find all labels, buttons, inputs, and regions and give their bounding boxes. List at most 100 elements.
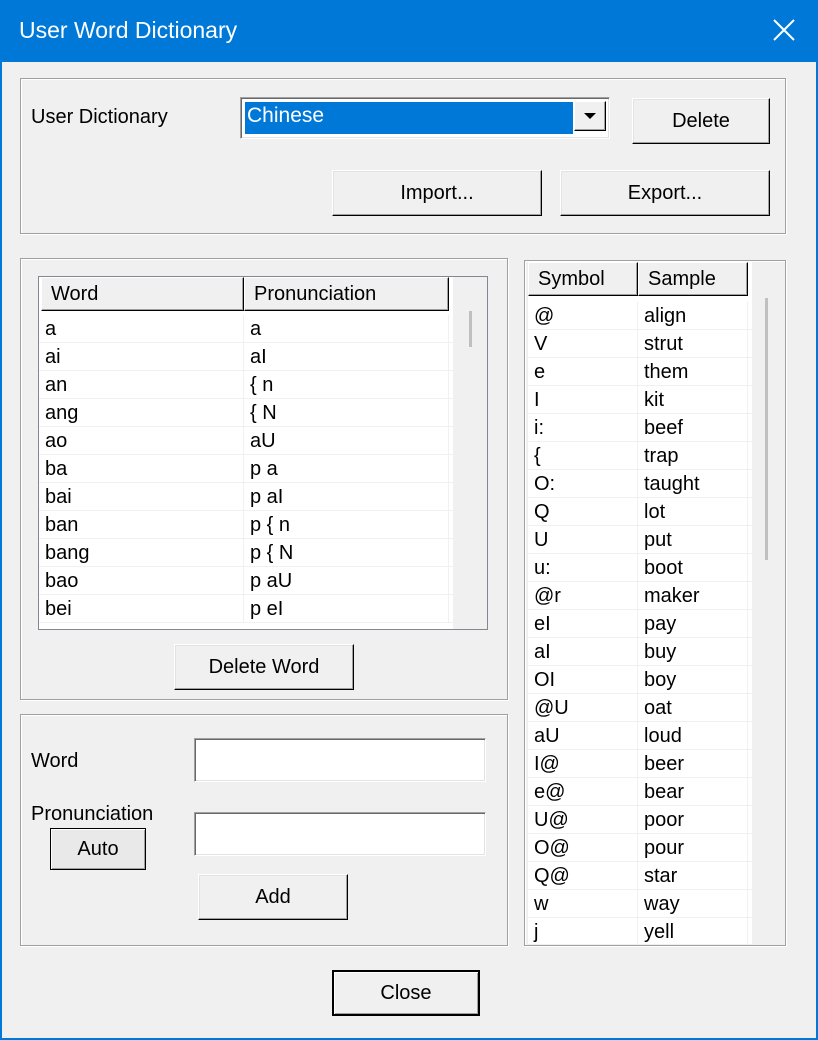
cell-first: O: (528, 470, 638, 498)
cell-first: Q@ (528, 862, 638, 890)
cell-first: V (528, 330, 638, 358)
list-item[interactable]: O: taught (528, 470, 782, 498)
dictionary-combobox[interactable]: Chinese (240, 97, 610, 139)
scroll-thumb[interactable] (765, 298, 768, 560)
cell-second: p aI (244, 483, 449, 511)
cell-second: put (638, 526, 748, 554)
cell-first: ba (39, 455, 244, 483)
list-item[interactable]: ban p { n (39, 511, 487, 539)
column-header-word[interactable]: Word (41, 277, 244, 311)
close-icon[interactable] (768, 14, 800, 46)
cell-first: an (39, 371, 244, 399)
list-item[interactable]: bei p eI (39, 595, 487, 623)
list-item[interactable]: ai aI (39, 343, 487, 371)
cell-second: oat (638, 694, 748, 722)
list-item[interactable]: Ikit (528, 386, 782, 414)
cell-second: p { n (244, 511, 449, 539)
cell-second: star (638, 862, 748, 890)
add-button[interactable]: Add (198, 874, 348, 920)
list-item[interactable]: ba p a (39, 455, 487, 483)
list-item[interactable]: i: beef (528, 414, 782, 442)
cell-second: a (244, 315, 449, 343)
cell-first: O@ (528, 834, 638, 862)
list-item[interactable]: an{ n (39, 371, 487, 399)
export-button[interactable]: Export... (560, 170, 770, 216)
cell-second: bear (638, 778, 748, 806)
cell-second: pour (638, 834, 748, 862)
list-item[interactable]: e@ bear (528, 778, 782, 806)
cell-first: bai (39, 483, 244, 511)
cell-first: ai (39, 343, 244, 371)
scroll-thumb[interactable] (469, 311, 472, 347)
auto-button[interactable]: Auto (50, 828, 146, 870)
cell-second: p eI (244, 595, 449, 623)
delete-word-button[interactable]: Delete Word (174, 644, 354, 690)
list-item[interactable]: {trap (528, 442, 782, 470)
cell-second: aU (244, 427, 449, 455)
list-item[interactable]: @ align (528, 302, 782, 330)
list-item[interactable]: bang p { N (39, 539, 487, 567)
cell-first: ang (39, 399, 244, 427)
cell-second: { N (244, 399, 449, 427)
cell-second: them (638, 358, 748, 386)
import-button[interactable]: Import... (332, 170, 542, 216)
pronunciation-input[interactable] (194, 812, 486, 856)
list-item[interactable]: aa (39, 315, 487, 343)
list-item[interactable]: Uput (528, 526, 782, 554)
list-item[interactable]: aU loud (528, 722, 782, 750)
symbol-list-scrollbar[interactable] (752, 262, 782, 944)
cell-first: ao (39, 427, 244, 455)
column-header-sample[interactable]: Sample (638, 262, 748, 296)
cell-first: i: (528, 414, 638, 442)
cell-first: w (528, 890, 638, 918)
symbol-list[interactable]: Symbol Sample @ align Vstrut e them Ikit i: bee… (528, 262, 782, 944)
close-button[interactable]: Close (332, 970, 480, 1016)
cell-first: @r (528, 582, 638, 610)
list-item[interactable]: aI buy (528, 638, 782, 666)
column-header-symbol[interactable]: Symbol (528, 262, 638, 296)
list-item[interactable]: Q@ star (528, 862, 782, 890)
dialog-client: User Dictionary Chinese Delete Import...… (2, 62, 816, 1038)
cell-first: eI (528, 610, 638, 638)
list-item[interactable]: I@ beer (528, 750, 782, 778)
cell-first: aU (528, 722, 638, 750)
delete-dictionary-button[interactable]: Delete (632, 98, 770, 144)
cell-first: I@ (528, 750, 638, 778)
word-input[interactable] (194, 738, 486, 782)
chevron-down-icon[interactable] (574, 101, 606, 131)
word-list-scrollbar[interactable] (453, 277, 487, 629)
list-item[interactable]: j yell (528, 918, 782, 944)
list-item[interactable]: w way (528, 890, 782, 918)
list-item[interactable]: bao p aU (39, 567, 487, 595)
cell-second: p a (244, 455, 449, 483)
list-item[interactable]: eI pay (528, 610, 782, 638)
title-bar[interactable]: User Word Dictionary (0, 0, 818, 62)
window-title: User Word Dictionary (19, 17, 238, 43)
cell-first: @ (528, 302, 638, 330)
list-item[interactable]: Vstrut (528, 330, 782, 358)
cell-second: way (638, 890, 748, 918)
list-item[interactable]: @U oat (528, 694, 782, 722)
list-item[interactable]: u: boot (528, 554, 782, 582)
list-item[interactable]: U@ poor (528, 806, 782, 834)
cell-first: U@ (528, 806, 638, 834)
cell-first: bei (39, 595, 244, 623)
cell-first: u: (528, 554, 638, 582)
word-list[interactable]: Word Pronunciation a a ai aI an{ n ang{ Nao aU… (38, 276, 488, 630)
cell-second: taught (638, 470, 748, 498)
list-item[interactable]: e them (528, 358, 782, 386)
list-item[interactable]: Qlot (528, 498, 782, 526)
cell-second: poor (638, 806, 748, 834)
pronunciation-label: Pronunciation (31, 803, 154, 825)
column-header-pronunciation[interactable]: Pronunciation (244, 277, 449, 311)
cell-second: boot (638, 554, 748, 582)
list-item[interactable]: O@ pour (528, 834, 782, 862)
cell-second: yell (638, 918, 748, 944)
cell-second: beef (638, 414, 748, 442)
list-item[interactable]: ang{ N (39, 399, 487, 427)
list-item[interactable]: bai p aI (39, 483, 487, 511)
cell-first: bao (39, 567, 244, 595)
list-item[interactable]: OI boy (528, 666, 782, 694)
list-item[interactable]: @r maker (528, 582, 782, 610)
list-item[interactable]: ao aU (39, 427, 487, 455)
